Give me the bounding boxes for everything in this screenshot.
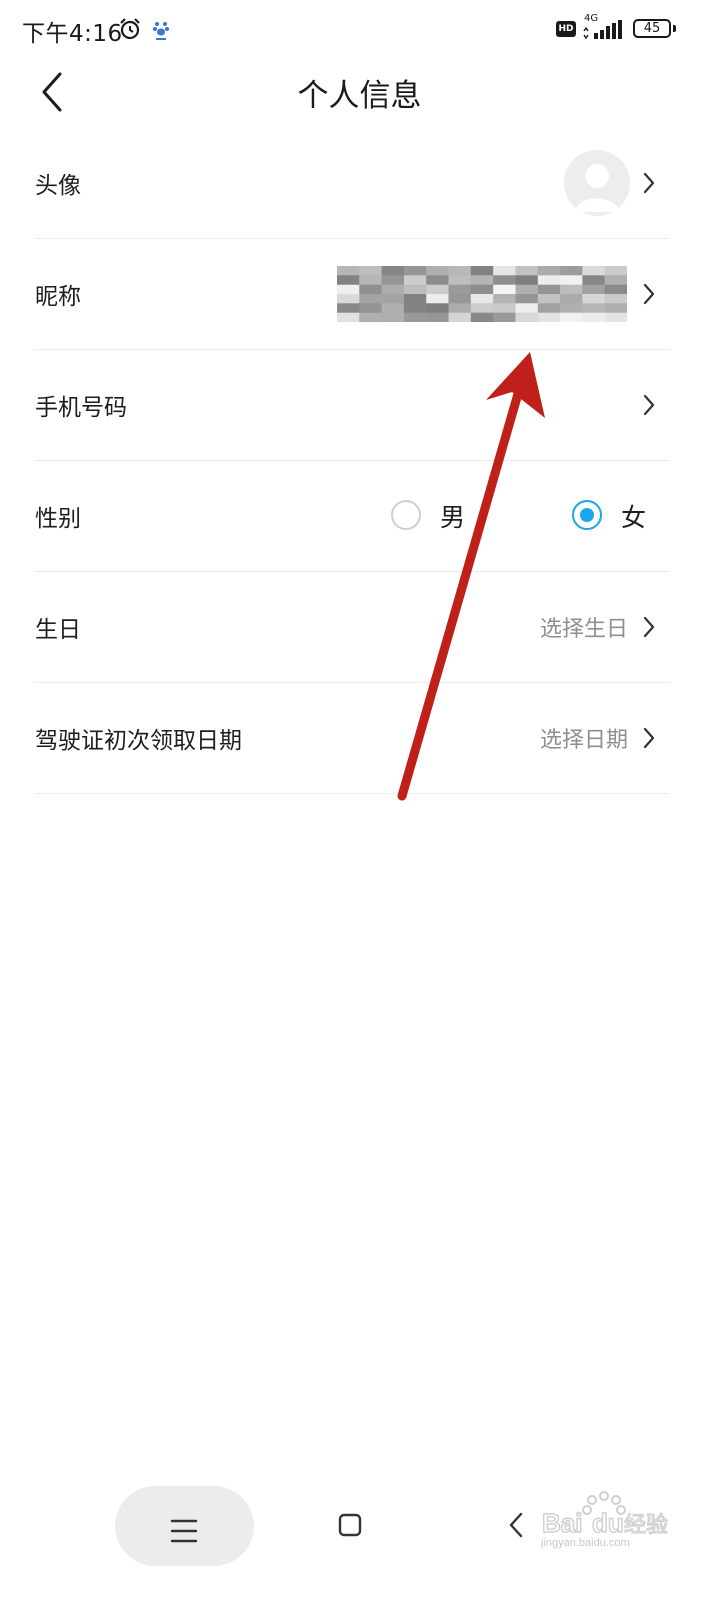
triangle-back-icon <box>509 1512 523 1538</box>
avatar-label: 头像 <box>35 172 81 199</box>
nav-home-button[interactable] <box>320 1500 380 1550</box>
signal-strength-icon <box>583 20 622 40</box>
nickname-label: 昵称 <box>35 283 81 310</box>
status-bar: 下午4:16 HD 4G 45 <box>0 0 719 60</box>
chevron-right-icon <box>643 616 655 637</box>
radio-unchecked-icon <box>391 499 421 530</box>
nickname-row[interactable]: 昵称 <box>35 238 670 350</box>
hd-badge: HD <box>556 21 576 37</box>
nav-menu-button[interactable] <box>115 1486 254 1566</box>
phone-label: 手机号码 <box>35 394 127 421</box>
chevron-right-icon <box>643 172 655 193</box>
svg-text:经验: 经验 <box>624 1513 668 1538</box>
license-date-label: 驾驶证初次领取日期 <box>35 727 242 754</box>
gender-option-female[interactable]: 女 <box>572 496 652 536</box>
birthday-label: 生日 <box>35 616 81 643</box>
nav-back-button[interactable] <box>490 1500 540 1550</box>
hamburger-icon <box>170 1519 198 1543</box>
gender-label: 性别 <box>35 505 81 532</box>
avatar <box>564 149 630 216</box>
svg-text:Bai: Bai <box>542 1508 582 1538</box>
gender-option-male[interactable]: 男 <box>391 496 471 536</box>
chevron-right-icon <box>643 394 655 415</box>
chevron-right-icon <box>643 727 655 748</box>
gender-male-label: 男 <box>440 502 466 532</box>
gender-female-label: 女 <box>621 502 647 532</box>
status-time: 下午4:16 <box>22 21 123 47</box>
license-date-value: 选择日期 <box>539 727 628 753</box>
birthday-row[interactable]: 生日 选择生日 <box>35 571 670 683</box>
gender-row: 性别 男 女 <box>35 460 670 572</box>
svg-text:du: du <box>592 1508 624 1538</box>
paw-icon <box>153 22 169 40</box>
page-title: 个人信息 <box>297 78 422 114</box>
baidu-jingyan-watermark-logo: Bai du 经验 <box>541 1491 669 1539</box>
chevron-right-icon <box>643 283 655 304</box>
user-placeholder-icon <box>575 163 619 212</box>
battery-indicator: 45 <box>633 19 671 38</box>
square-icon <box>338 1513 362 1537</box>
phone-row[interactable]: 手机号码 <box>35 349 670 461</box>
nickname-pixelated-value <box>337 265 627 322</box>
battery-tip <box>673 25 676 32</box>
header: 个人信息 <box>0 60 719 120</box>
license-date-row[interactable]: 驾驶证初次领取日期 选择日期 <box>35 682 670 794</box>
watermark-url: jingyan.baidu.com <box>541 1537 630 1549</box>
avatar-row[interactable]: 头像 <box>35 127 670 239</box>
birthday-value: 选择生日 <box>539 616 628 642</box>
alarm-clock-icon <box>120 18 140 40</box>
radio-checked-icon <box>572 499 602 530</box>
